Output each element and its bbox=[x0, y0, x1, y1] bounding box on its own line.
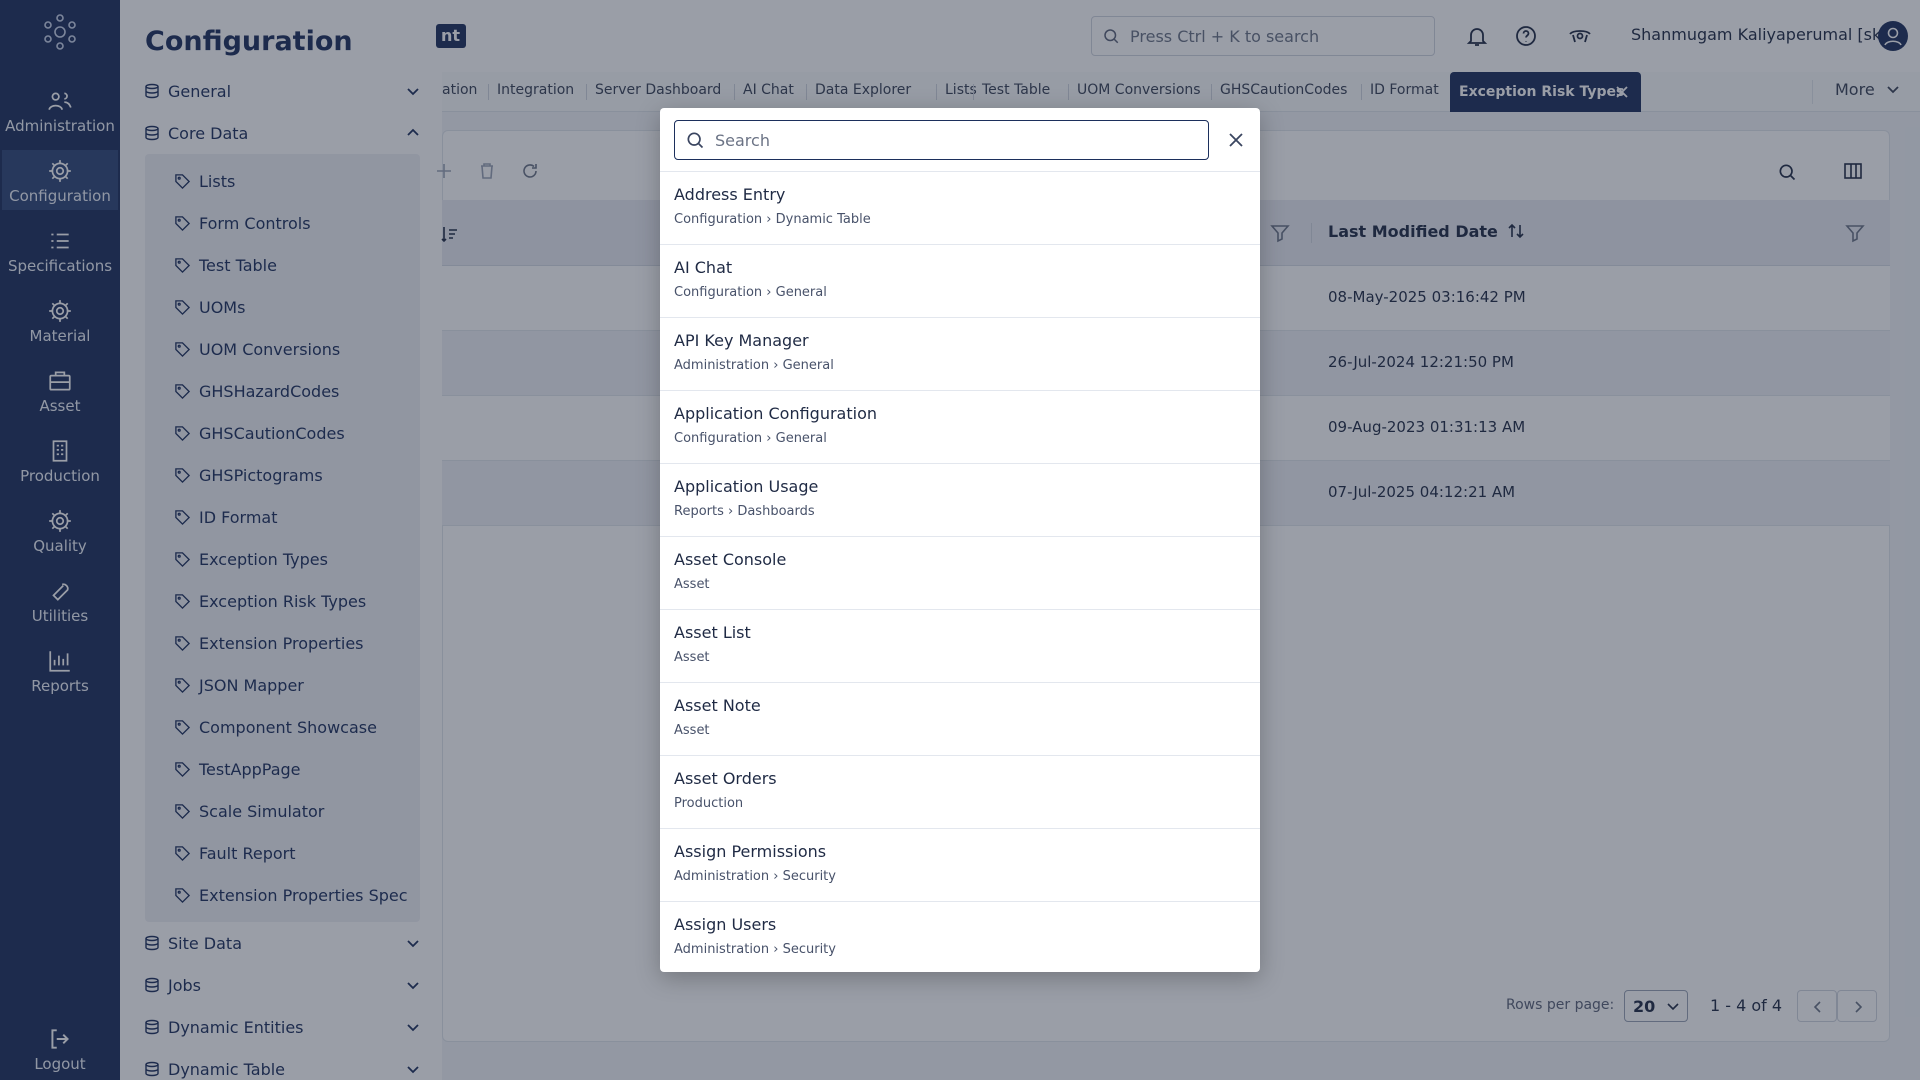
search-result-path: Administration › Security bbox=[674, 869, 836, 884]
search-result-path: Configuration › General bbox=[674, 431, 827, 446]
search-result-title: Address Entry bbox=[674, 185, 786, 204]
search-result-item[interactable]: Asset Orders Production bbox=[660, 755, 1260, 828]
search-result-path: Administration › Security bbox=[674, 942, 836, 957]
search-result-item[interactable]: Asset Note Asset bbox=[660, 682, 1260, 755]
search-result-title: AI Chat bbox=[674, 258, 733, 277]
search-result-path: Production bbox=[674, 796, 744, 811]
search-result-item[interactable]: Application Configuration Configuration ›… bbox=[660, 390, 1260, 463]
search-modal: Search Address Entry Configuration › Dyna… bbox=[660, 108, 1260, 972]
search-result-path: Asset bbox=[674, 577, 710, 592]
search-result-item[interactable]: Address Entry Configuration › Dynamic Tab… bbox=[660, 171, 1260, 244]
search-result-path: Reports › Dashboards bbox=[674, 504, 815, 519]
search-result-path: Asset bbox=[674, 723, 710, 738]
search-result-title: Assign Permissions bbox=[674, 842, 827, 861]
search-result-item[interactable]: Assign Users Administration › Security bbox=[660, 901, 1260, 972]
search-result-title: Application Configuration bbox=[674, 404, 877, 423]
search-result-title: Asset Orders bbox=[674, 769, 777, 788]
modal-search-input[interactable]: Search bbox=[674, 120, 1209, 160]
search-result-title: Application Usage bbox=[674, 477, 819, 496]
search-result-path: Configuration › General bbox=[674, 285, 827, 300]
search-result-item[interactable]: API Key Manager Administration › General bbox=[660, 317, 1260, 390]
search-result-item[interactable]: Asset Console Asset bbox=[660, 536, 1260, 609]
search-result-path: Configuration › Dynamic Table bbox=[674, 212, 871, 227]
search-result-item[interactable]: Asset List Asset bbox=[660, 609, 1260, 682]
search-result-path: Asset bbox=[674, 650, 710, 665]
search-icon bbox=[687, 132, 704, 149]
search-result-title: API Key Manager bbox=[674, 331, 809, 350]
search-result-title: Asset List bbox=[674, 623, 751, 642]
search-result-title: Assign Users bbox=[674, 915, 777, 934]
search-result-item[interactable]: AI Chat Configuration › General bbox=[660, 244, 1260, 317]
search-result-title: Asset Console bbox=[674, 550, 787, 569]
modal-search-placeholder: Search bbox=[715, 130, 770, 150]
search-result-title: Asset Note bbox=[674, 696, 761, 715]
search-result-path: Administration › General bbox=[674, 358, 834, 373]
search-result-item[interactable]: Assign Permissions Administration › Secur… bbox=[660, 828, 1260, 901]
search-result-item[interactable]: Application Usage Reports › Dashboards bbox=[660, 463, 1260, 536]
close-icon[interactable] bbox=[1226, 130, 1246, 150]
